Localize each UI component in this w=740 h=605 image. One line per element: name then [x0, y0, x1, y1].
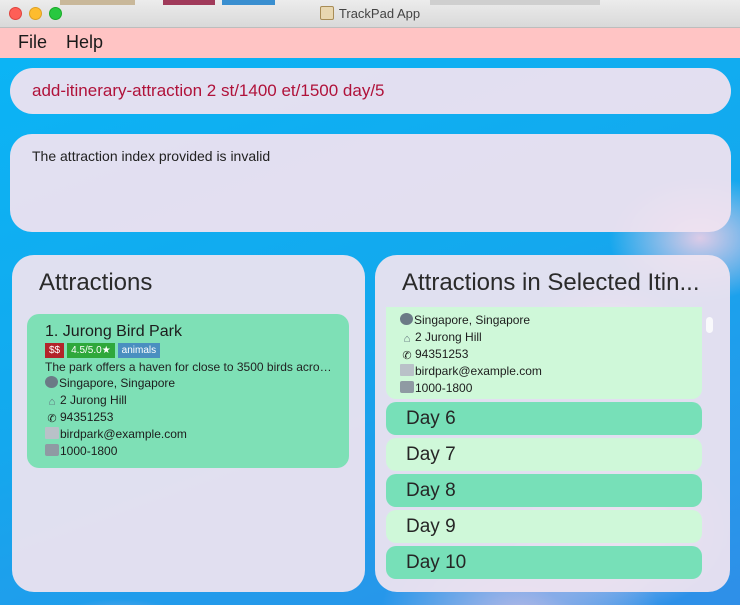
category-badge: animals — [117, 343, 161, 358]
result-display: The attraction index provided is invalid — [10, 134, 731, 232]
attraction-description: The park offers a haven for close to 350… — [45, 360, 332, 374]
house-icon: ⌂ — [403, 333, 411, 345]
day-row[interactable]: Day 10 — [386, 546, 702, 579]
itinerary-attraction-location: Singapore, Singapore — [400, 313, 530, 327]
price-badge: $$ — [45, 343, 65, 358]
desktop-thumbnail-strip — [0, 0, 740, 5]
attraction-phone: ✆ 94351253 — [45, 410, 113, 425]
day-label: Day 8 — [406, 480, 456, 501]
house-icon: ⌂ — [48, 396, 56, 408]
attraction-hours: 1000-1800 — [45, 444, 117, 458]
phone-icon: ✆ — [402, 350, 412, 362]
phone-icon: ✆ — [47, 413, 57, 425]
attraction-tags: $$ 4.5/5.0★ animals — [45, 343, 163, 358]
menu-file[interactable]: File — [18, 32, 47, 53]
window-titlebar: TrackPad App — [0, 0, 740, 28]
attraction-card[interactable]: 1. Jurong Bird Park $$ 4.5/5.0★ animals Th… — [27, 314, 349, 468]
result-message: The attraction index provided is invalid — [32, 148, 271, 164]
attraction-address: ⌂ 2 Jurong Hill — [45, 393, 127, 408]
day-row[interactable]: Day 9 — [386, 510, 702, 543]
menu-bar: File Help — [0, 28, 740, 58]
attractions-panel: Attractions 1. Jurong Bird Park $$ 4.5/5.… — [12, 255, 365, 592]
app-icon — [319, 6, 334, 20]
globe-icon — [45, 376, 58, 388]
itinerary-attraction-email: birdpark@example.com — [400, 364, 542, 378]
attractions-panel-title: Attractions — [39, 269, 153, 296]
day-label: Day 7 — [406, 444, 456, 465]
attraction-email: birdpark@example.com — [45, 427, 187, 441]
day-label: Day 10 — [406, 552, 467, 573]
itinerary-attraction-address: ⌂ 2 Jurong Hill — [400, 330, 482, 345]
clock-icon — [45, 444, 59, 456]
itinerary-attractions-panel: Attractions in Selected Itin... Singapor… — [375, 255, 730, 592]
rating-badge: 4.5/5.0★ — [67, 343, 115, 358]
clock-icon — [400, 381, 414, 393]
globe-icon — [400, 313, 413, 325]
itinerary-panel-title: Attractions in Selected Itin... — [402, 269, 700, 296]
envelope-icon — [45, 427, 59, 439]
itinerary-attraction-hours: 1000-1800 — [400, 381, 472, 395]
envelope-icon — [400, 364, 414, 376]
menu-help[interactable]: Help — [66, 32, 103, 53]
day-label: Day 6 — [406, 408, 456, 429]
itinerary-day-list[interactable]: Singapore, Singapore ⌂ 2 Jurong Hill ✆ 943… — [386, 307, 713, 591]
itinerary-attraction-phone: ✆ 94351253 — [400, 347, 468, 362]
day-row[interactable]: Day 6 — [386, 402, 702, 435]
day-label: Day 9 — [406, 516, 456, 537]
itinerary-attraction-card[interactable]: Singapore, Singapore ⌂ 2 Jurong Hill ✆ 943… — [386, 307, 702, 399]
day-row[interactable]: Day 8 — [386, 474, 702, 507]
list-scrollbar[interactable] — [706, 317, 713, 333]
attraction-location: Singapore, Singapore — [45, 376, 175, 390]
window-title: TrackPad App — [0, 6, 740, 21]
command-box — [10, 68, 731, 114]
attraction-name: 1. Jurong Bird Park — [45, 323, 182, 340]
day-row[interactable]: Day 7 — [386, 438, 702, 471]
command-input[interactable] — [32, 79, 712, 103]
